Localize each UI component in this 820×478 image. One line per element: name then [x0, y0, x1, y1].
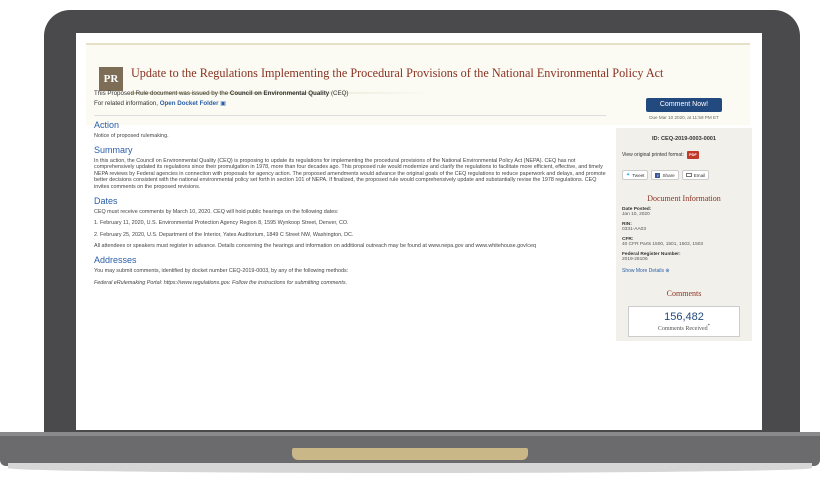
sidebar: Comment Now! Due Mar 10 2020, at 11:59 P…: [616, 89, 752, 341]
document-id: ID: CEQ-2019-0003-0001: [651, 136, 717, 142]
original-format-row: View original printed format: PDF: [622, 151, 746, 159]
hearing-item: 1. February 11, 2020, U.S. Environmental…: [94, 220, 349, 227]
federal-register-number-value: 2019-28106: [622, 257, 648, 262]
tweet-button[interactable]: ✦ Tweet: [622, 170, 649, 180]
page-title: Update to the Regulations Implementing t…: [131, 66, 664, 80]
action-heading: Action: [94, 120, 120, 130]
comments-heading: Comments: [666, 289, 702, 298]
laptop-notch: [292, 448, 528, 460]
show-more-details-link[interactable]: Show More Details ⊕: [622, 268, 746, 274]
cfr-value: 40 CFR Parts 1500, 1501, 1502, 1503: [622, 242, 704, 247]
pdf-icon[interactable]: PDF: [686, 151, 699, 159]
comment-now-button[interactable]: Comment Now!: [646, 98, 722, 112]
attendees-text: All attendees or speakers must register …: [94, 243, 536, 250]
portal-text: Federal eRulemaking Portal: https://www.…: [94, 279, 348, 286]
intro-text: This Proposed Rule document was issued b…: [94, 90, 230, 97]
email-label: Email: [693, 172, 706, 178]
stage: PR Update to the Regulations Implementin…: [0, 0, 820, 478]
dates-heading: Dates: [94, 195, 118, 206]
facebook-icon: f: [655, 172, 661, 178]
twitter-icon: ✦: [626, 172, 631, 178]
document-type-badge: PR: [99, 67, 123, 91]
folder-icon: ▣: [220, 101, 226, 107]
issued-by-line: This Proposed Rule document was issued b…: [94, 89, 606, 99]
intro-suffix: (CEQ): [329, 90, 349, 97]
share-row: ✦ Tweet f Share Email: [622, 170, 746, 180]
document-info-panel: ID: CEQ-2019-0003-0001 View original pri…: [616, 128, 752, 341]
addresses-heading: Addresses: [94, 254, 137, 265]
addresses-text: You may submit comments, identified by d…: [94, 267, 349, 274]
mail-icon: [685, 173, 692, 177]
related-info-line: For related information, Open Docket Fol…: [94, 99, 606, 109]
summary-heading: Summary: [94, 144, 133, 155]
facebook-share-button[interactable]: f Share: [651, 170, 679, 180]
comments-received-label: Comments Received*: [631, 324, 737, 332]
rin-value: 0331-AA03: [622, 227, 647, 232]
action-text: Notice of proposed rulemaking.: [94, 133, 169, 139]
tweet-label: Tweet: [632, 172, 645, 178]
comments-label-text: Comments Received: [657, 326, 708, 332]
original-format-label: View original printed format:: [622, 152, 684, 158]
agency-name: Council on Environmental Quality: [229, 90, 330, 97]
document-information-heading: Document Information: [647, 194, 721, 203]
main-content: This Proposed Rule document was issued b…: [94, 89, 606, 291]
related-text: For related information,: [94, 100, 160, 107]
laptop-screen: PR Update to the Regulations Implementin…: [76, 33, 762, 430]
divider: [94, 115, 606, 116]
laptop-foot: [8, 463, 812, 473]
comments-count: 156,482: [664, 311, 704, 323]
laptop-hinge: [0, 432, 820, 436]
hearing-item: 2. February 25, 2020, U.S. Department of…: [94, 231, 354, 238]
comments-count-box: 156,482 Comments Received*: [628, 306, 740, 337]
date-posted-value: Jan 10, 2020: [622, 212, 650, 217]
comment-due-date: Due Mar 10 2020, at 11:59 PM ET: [649, 115, 719, 120]
email-button[interactable]: Email: [681, 170, 710, 180]
share-label: Share: [662, 172, 675, 178]
open-docket-folder-link[interactable]: Open Docket Folder: [160, 100, 219, 107]
summary-text: In this action, the Council on Environme…: [94, 157, 606, 190]
asterisk-icon: *: [707, 324, 711, 329]
show-more-label: Show More Details: [622, 268, 664, 274]
dates-text: CEQ must receive comments by March 10, 2…: [94, 208, 339, 215]
expand-icon: ⊕: [665, 268, 670, 274]
